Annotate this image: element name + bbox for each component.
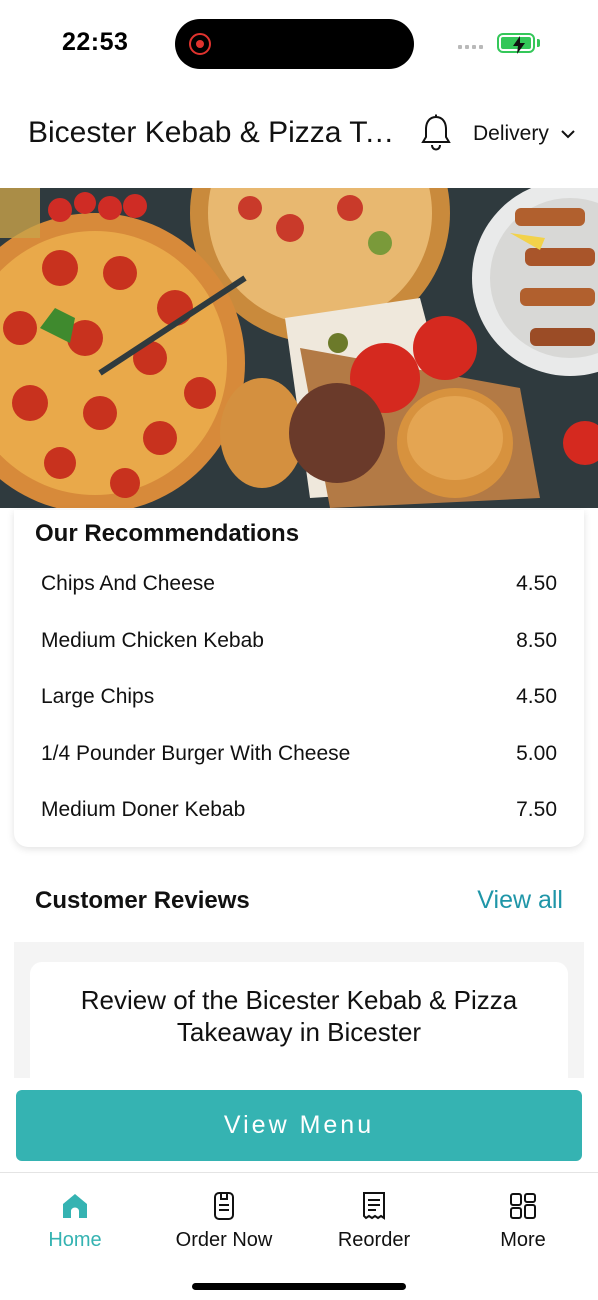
battery-charging-icon <box>497 33 535 54</box>
item-name: 1/4 Pounder Burger With Cheese <box>41 741 351 765</box>
nav-home[interactable]: Home <box>0 1191 150 1252</box>
item-name: Large Chips <box>41 685 155 709</box>
view-all-link[interactable]: View all <box>477 886 563 915</box>
item-price: 4.50 <box>516 572 557 596</box>
recommendation-item[interactable]: Medium Chicken Kebab 8.50 <box>41 613 557 670</box>
nav-reorder[interactable]: Reorder <box>299 1191 449 1252</box>
nav-order-now[interactable]: Order Now <box>149 1191 299 1252</box>
review-card-title: Review of the Bicester Kebab & Pizza Tak… <box>80 985 518 1047</box>
restaurant-title: Bicester Kebab & Pizza Tak... <box>28 116 408 149</box>
reviews-title: Customer Reviews <box>35 887 250 914</box>
receipt-icon <box>363 1192 385 1220</box>
recommendation-item[interactable]: Chips And Cheese 4.50 <box>41 556 557 613</box>
recommendations-card: Our Recommendations Chips And Cheese 4.5… <box>14 510 584 847</box>
grid-icon <box>510 1193 536 1219</box>
nav-more-label: More <box>500 1229 546 1251</box>
item-name: Medium Doner Kebab <box>41 798 246 822</box>
home-icon <box>63 1194 87 1218</box>
recommendations-list: Chips And Cheese 4.50 Medium Chicken Keb… <box>41 556 557 839</box>
review-card[interactable]: Review of the Bicester Kebab & Pizza Tak… <box>30 962 568 1092</box>
item-name: Chips And Cheese <box>41 572 215 596</box>
reviews-header: Customer Reviews View all <box>14 862 584 942</box>
bell-icon[interactable] <box>420 114 452 152</box>
app-header: Bicester Kebab & Pizza Tak... Delivery <box>0 90 598 186</box>
dynamic-island <box>175 19 414 69</box>
hero-food-image <box>0 188 598 508</box>
item-name: Medium Chicken Kebab <box>41 628 264 652</box>
order-type-label: Delivery <box>473 122 549 145</box>
recommendation-item[interactable]: Medium Doner Kebab 7.50 <box>41 782 557 839</box>
customer-reviews-section: Customer Reviews View all Review of the … <box>14 862 584 1092</box>
battery-cap <box>537 39 540 47</box>
signal-icon <box>458 45 483 49</box>
order-type-selector[interactable]: Delivery <box>473 122 575 146</box>
status-time: 22:53 <box>62 28 129 56</box>
item-price: 8.50 <box>516 628 557 652</box>
nav-more[interactable]: More <box>448 1191 598 1252</box>
status-bar: 22:53 <box>0 0 598 90</box>
nav-home-label: Home <box>48 1229 102 1251</box>
recommendation-item[interactable]: Large Chips 4.50 <box>41 669 557 726</box>
cta-zone: View Menu <box>0 1078 598 1172</box>
item-price: 4.50 <box>516 685 557 709</box>
screen-recording-icon <box>189 33 211 55</box>
recommendation-item[interactable]: 1/4 Pounder Burger With Cheese 5.00 <box>41 726 557 783</box>
home-indicator[interactable] <box>192 1283 406 1290</box>
item-price: 7.50 <box>516 798 557 822</box>
view-menu-button[interactable]: View Menu <box>16 1090 582 1161</box>
nav-reorder-label: Reorder <box>337 1229 411 1251</box>
chevron-down-icon <box>561 129 575 138</box>
nav-order-now-label: Order Now <box>175 1229 273 1251</box>
recommendations-title: Our Recommendations <box>35 520 300 547</box>
order-icon <box>214 1192 234 1220</box>
bottom-nav: Home Order Now Reorder More <box>0 1172 598 1300</box>
item-price: 5.00 <box>516 741 557 765</box>
